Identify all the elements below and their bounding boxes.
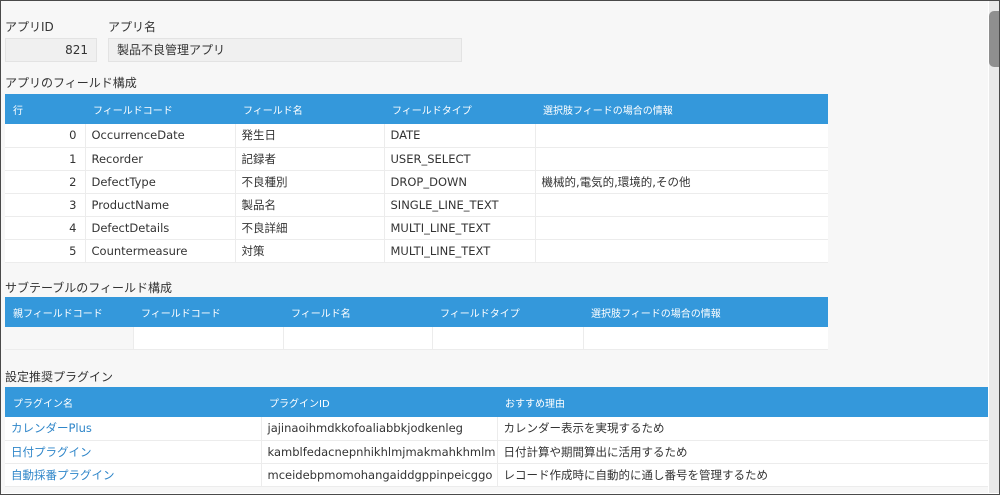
fields-table: 行 フィールドコード フィールド名 フィールドタイプ 選択肢フィードの場合の情報… bbox=[5, 94, 828, 263]
field-type: MULTI_LINE_TEXT bbox=[384, 239, 536, 263]
vertical-scrollbar[interactable] bbox=[989, 1, 999, 493]
table-row: 5 Countermeasure 対策 MULTI_LINE_TEXT bbox=[5, 239, 828, 263]
field-code: Recorder bbox=[85, 147, 236, 171]
field-code: ProductName bbox=[85, 193, 236, 217]
plugin-link[interactable]: 自動採番プラグイン bbox=[5, 463, 262, 487]
table-row: 4 DefectDetails 不良詳細 MULTI_LINE_TEXT bbox=[5, 216, 828, 240]
column-header: フィールドコード bbox=[85, 94, 235, 124]
column-header: フィールド名 bbox=[235, 94, 384, 124]
empty-cell bbox=[133, 327, 284, 350]
table-row: 1 Recorder 記録者 USER_SELECT bbox=[5, 147, 828, 171]
subtable-table: 親フィールドコード フィールドコード フィールド名 フィールドタイプ 選択肢フィ… bbox=[5, 297, 828, 350]
empty-cell bbox=[583, 327, 828, 350]
table-row: 2 DefectType 不良種別 DROP_DOWN 機械的,電気的,環境的,… bbox=[5, 170, 828, 194]
row-index: 0 bbox=[5, 124, 86, 148]
column-header: 選択肢フィードの場合の情報 bbox=[583, 297, 828, 327]
field-name: 製品名 bbox=[235, 193, 385, 217]
field-type: MULTI_LINE_TEXT bbox=[384, 216, 536, 240]
table-row: 0 OccurrenceDate 発生日 DATE bbox=[5, 124, 828, 148]
app-settings-panel: アプリID 821 アプリ名 製品不良管理アプリ アプリのフィールド構成 行 フ… bbox=[1, 1, 988, 493]
table-row: カレンダーPlus jajinaoihmdkkofoaliabbkjodkenl… bbox=[5, 417, 988, 441]
column-header: フィールドタイプ bbox=[384, 94, 535, 124]
plugins-table: プラグイン名 プラグインID おすすめ理由 カレンダーPlus jajinaoi… bbox=[5, 387, 988, 487]
field-options bbox=[535, 216, 828, 240]
field-type: USER_SELECT bbox=[384, 147, 536, 171]
field-name: 不良詳細 bbox=[235, 216, 385, 240]
plugins-table-header: プラグイン名 プラグインID おすすめ理由 bbox=[5, 387, 988, 417]
empty-cell bbox=[5, 327, 134, 350]
row-index: 3 bbox=[5, 193, 86, 217]
empty-cell bbox=[283, 327, 433, 350]
column-header: 選択肢フィードの場合の情報 bbox=[535, 94, 828, 124]
app-id-field: 821 bbox=[5, 38, 97, 62]
fields-section-title: アプリのフィールド構成 bbox=[5, 76, 137, 90]
field-code: DefectType bbox=[85, 170, 236, 194]
field-options bbox=[535, 147, 828, 171]
column-header: 行 bbox=[5, 94, 85, 124]
table-row: 3 ProductName 製品名 SINGLE_LINE_TEXT bbox=[5, 193, 828, 217]
field-type: DROP_DOWN bbox=[384, 170, 536, 194]
field-options bbox=[535, 124, 828, 148]
table-row: 日付プラグイン kamblfedacnepnhikhlmjmakmahkhmlm… bbox=[5, 440, 988, 464]
row-index: 1 bbox=[5, 147, 86, 171]
table-row-empty bbox=[5, 327, 828, 350]
column-header: フィールドタイプ bbox=[432, 297, 583, 327]
column-header: フィールドコード bbox=[133, 297, 283, 327]
field-name: 記録者 bbox=[235, 147, 385, 171]
app-name-field: 製品不良管理アプリ bbox=[108, 38, 462, 62]
plugins-section-title: 設定推奨プラグイン bbox=[5, 370, 114, 384]
app-id-label: アプリID bbox=[5, 20, 54, 34]
table-row: 自動採番プラグイン mceidebpmomohangaiddgppinpeicg… bbox=[5, 463, 988, 487]
plugin-reason: 日付計算や期間算出に活用するため bbox=[497, 440, 988, 464]
field-name: 発生日 bbox=[235, 124, 385, 148]
row-index: 2 bbox=[5, 170, 86, 194]
column-header: おすすめ理由 bbox=[497, 387, 988, 417]
plugin-id: jajinaoihmdkkofoaliabbkjodkenleg bbox=[261, 417, 498, 441]
app-name-label: アプリ名 bbox=[108, 20, 157, 34]
field-type: SINGLE_LINE_TEXT bbox=[384, 193, 536, 217]
field-type: DATE bbox=[384, 124, 536, 148]
field-code: Countermeasure bbox=[85, 239, 236, 263]
row-index: 4 bbox=[5, 216, 86, 240]
column-header: プラグインID bbox=[261, 387, 497, 417]
column-header: プラグイン名 bbox=[5, 387, 261, 417]
plugin-link[interactable]: 日付プラグイン bbox=[5, 440, 262, 464]
field-options bbox=[535, 193, 828, 217]
column-header: 親フィールドコード bbox=[5, 297, 133, 327]
plugin-link[interactable]: カレンダーPlus bbox=[5, 417, 262, 441]
fields-table-header: 行 フィールドコード フィールド名 フィールドタイプ 選択肢フィードの場合の情報 bbox=[5, 94, 828, 124]
plugin-id: mceidebpmomohangaiddgppinpeicggo bbox=[261, 463, 498, 487]
column-header: フィールド名 bbox=[283, 297, 432, 327]
field-options bbox=[535, 239, 828, 263]
scrollbar-thumb[interactable] bbox=[989, 11, 999, 67]
field-name: 不良種別 bbox=[235, 170, 385, 194]
field-code: DefectDetails bbox=[85, 216, 236, 240]
subtable-section-title: サブテーブルのフィールド構成 bbox=[5, 281, 173, 295]
plugin-reason: レコード作成時に自動的に通し番号を管理するため bbox=[497, 463, 988, 487]
subtable-table-header: 親フィールドコード フィールドコード フィールド名 フィールドタイプ 選択肢フィ… bbox=[5, 297, 828, 327]
plugin-id: kamblfedacnepnhikhlmjmakmahkhmlm bbox=[261, 440, 498, 464]
plugin-reason: カレンダー表示を実現するため bbox=[497, 417, 988, 441]
field-options: 機械的,電気的,環境的,その他 bbox=[535, 170, 828, 194]
field-code: OccurrenceDate bbox=[85, 124, 236, 148]
field-name: 対策 bbox=[235, 239, 385, 263]
empty-cell bbox=[432, 327, 584, 350]
row-index: 5 bbox=[5, 239, 86, 263]
